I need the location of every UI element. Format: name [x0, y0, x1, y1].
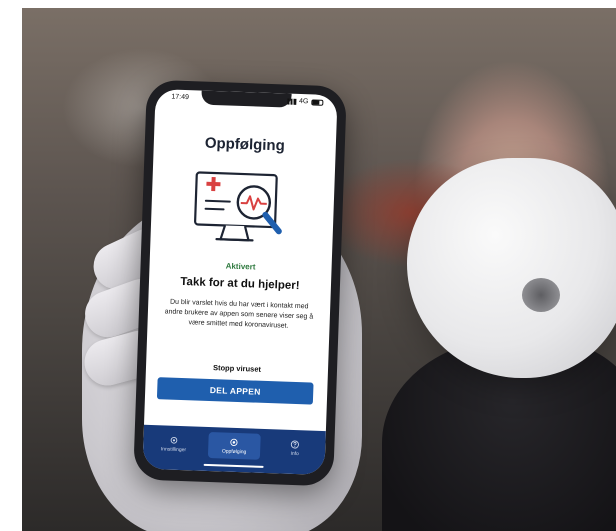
thank-you-heading: Takk for at du hjelper! — [180, 275, 300, 293]
status-bar: 17:49 4G — [155, 92, 337, 110]
tab-settings[interactable]: Innstillinger — [147, 430, 200, 458]
tab-info-label: Info — [290, 450, 299, 457]
status-time: 17:49 — [171, 93, 190, 102]
stop-virus-link[interactable]: Stopp viruset — [146, 361, 328, 376]
tab-settings-label: Innstillinger — [160, 445, 187, 453]
monitor-magnifier-icon — [194, 171, 282, 242]
tab-follow-up[interactable]: Oppfølging — [207, 432, 261, 460]
target-icon — [230, 438, 239, 446]
signal-icon — [286, 98, 297, 105]
home-indicator — [203, 463, 264, 468]
tab-info[interactable]: Info — [268, 434, 321, 462]
activation-status: Aktivert — [225, 261, 256, 272]
battery-icon — [311, 98, 324, 106]
tab-bar: Innstillinger Oppfølging Info — [142, 424, 326, 476]
question-icon — [291, 439, 300, 449]
mask-valve — [522, 278, 560, 312]
face-mask — [407, 158, 616, 378]
info-text: Du blir varslet hvis du har vært i konta… — [164, 298, 314, 330]
page-title: Oppfølging — [204, 134, 286, 155]
tab-follow-up-label: Oppfølging — [221, 447, 247, 455]
phone-screen: 17:49 4G Oppfølging Aktivert Takk for at… — [142, 88, 338, 476]
share-app-button[interactable]: DEL APPEN — [156, 377, 314, 405]
gear-icon — [170, 436, 178, 444]
smartphone: 17:49 4G Oppfølging Aktivert Takk for at… — [133, 79, 347, 487]
status-indicators: 4G — [286, 97, 324, 106]
network-label: 4G — [298, 97, 309, 106]
